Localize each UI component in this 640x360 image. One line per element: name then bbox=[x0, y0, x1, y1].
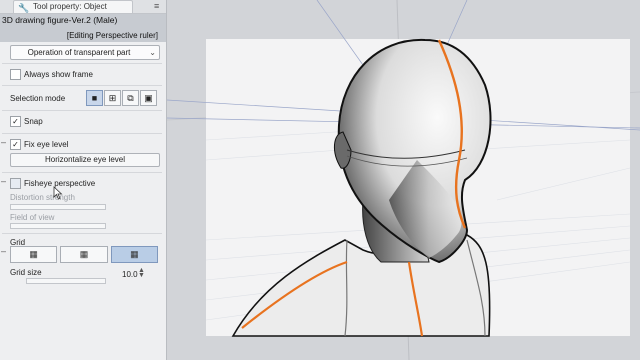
chevron-down-icon: ⌄ bbox=[149, 48, 156, 57]
subtool-name: 3D drawing figure-Ver.2 (Male) bbox=[2, 15, 118, 25]
divider bbox=[2, 172, 162, 173]
panel-menu-icon[interactable]: ≡ bbox=[154, 1, 159, 11]
horizontalize-eye-level-button[interactable]: Horizontalize eye level bbox=[10, 153, 160, 167]
divider bbox=[2, 85, 162, 86]
divider bbox=[2, 133, 162, 134]
divider bbox=[2, 63, 162, 64]
collapse-icon[interactable]: – bbox=[1, 137, 6, 147]
always-show-frame-checkbox[interactable] bbox=[10, 69, 21, 80]
fix-eye-level-label: Fix eye level bbox=[24, 140, 69, 149]
grid-size-label: Grid size bbox=[10, 268, 42, 277]
fix-eye-level-checkbox[interactable]: ✓ bbox=[10, 139, 21, 150]
operation-value: Operation of transparent part bbox=[27, 48, 131, 57]
operation-dropdown[interactable]: Operation of transparent part ⌄ bbox=[10, 45, 160, 60]
copy-selection-icon[interactable]: ⧉ bbox=[122, 90, 139, 106]
tool-property-panel: 🔧 Tool property: Object ≡ 3D drawing fig… bbox=[0, 0, 167, 360]
grid-plane-buttons: ▦ ▦ ▦ bbox=[10, 246, 158, 263]
collapse-icon[interactable]: – bbox=[1, 246, 6, 256]
field-of-view-slider[interactable] bbox=[10, 223, 106, 229]
selection-mode-buttons: ■ ⊞ ⧉ ▣ bbox=[86, 90, 158, 106]
panel-tab-bar: 🔧 Tool property: Object ≡ bbox=[0, 0, 166, 14]
tab-tool-property[interactable]: 🔧 Tool property: Object bbox=[13, 0, 133, 13]
tab-label: Tool property: Object bbox=[33, 2, 107, 11]
canvas-area[interactable] bbox=[167, 0, 640, 360]
fit-selection-icon[interactable]: ▣ bbox=[140, 90, 157, 106]
subtool-mode: [Editing Perspective ruler] bbox=[66, 31, 158, 40]
distortion-strength-slider[interactable] bbox=[10, 204, 106, 210]
spinner-icon[interactable]: ▲ ▼ bbox=[138, 267, 145, 279]
add-selection-icon[interactable]: ⊞ bbox=[104, 90, 121, 106]
grid-xy-icon[interactable]: ▦ bbox=[10, 246, 58, 263]
grid-xz-icon[interactable]: ▦ bbox=[110, 246, 158, 263]
subtool-header: 3D drawing figure-Ver.2 (Male) [Editing … bbox=[0, 14, 166, 42]
fisheye-perspective-checkbox[interactable] bbox=[10, 178, 21, 189]
snap-label: Snap bbox=[24, 117, 43, 126]
wrench-icon: 🔧 bbox=[18, 3, 30, 13]
snap-checkbox[interactable]: ✓ bbox=[10, 116, 21, 127]
always-show-frame-label: Always show frame bbox=[24, 70, 93, 79]
mouse-cursor-icon bbox=[53, 186, 63, 200]
collapse-icon[interactable]: – bbox=[1, 176, 6, 186]
field-of-view-label: Field of view bbox=[10, 213, 55, 222]
divider bbox=[2, 110, 162, 111]
divider bbox=[2, 233, 162, 234]
perspective-viewport bbox=[167, 0, 640, 360]
selection-mode-label: Selection mode bbox=[10, 94, 66, 103]
distortion-strength-label: Distortion strength bbox=[10, 193, 75, 202]
grid-size-slider[interactable] bbox=[26, 278, 106, 284]
grid-size-value[interactable]: 10.0 bbox=[122, 270, 138, 279]
grid-yz-icon[interactable]: ▦ bbox=[60, 246, 108, 263]
select-all-mode-icon[interactable]: ■ bbox=[86, 90, 103, 106]
